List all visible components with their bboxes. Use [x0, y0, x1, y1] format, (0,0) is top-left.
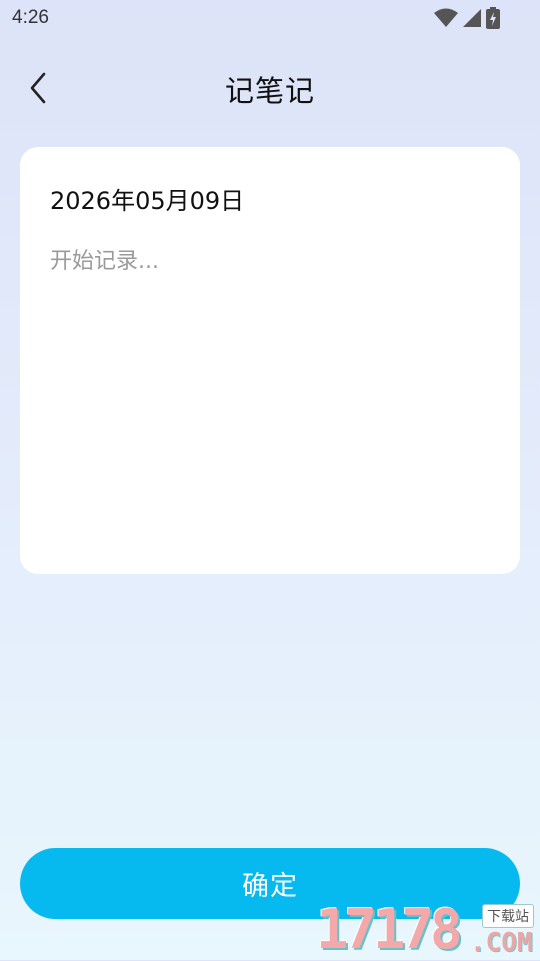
note-content-input[interactable] — [50, 243, 490, 543]
status-time: 4:26 — [12, 7, 49, 28]
note-card: 2026年05月09日 — [20, 147, 520, 574]
watermark-suffix: .COM — [470, 928, 533, 958]
cell-signal-icon — [462, 8, 482, 32]
page-title: 记笔记 — [224, 74, 315, 108]
status-icons — [434, 7, 500, 33]
header: 记笔记 — [0, 56, 540, 120]
battery-charging-icon — [486, 7, 500, 33]
confirm-button[interactable]: 确定 — [20, 848, 520, 919]
note-date: 2026年05月09日 — [50, 187, 245, 215]
wifi-icon — [434, 8, 458, 32]
status-bar: 4:26 — [0, 0, 540, 36]
